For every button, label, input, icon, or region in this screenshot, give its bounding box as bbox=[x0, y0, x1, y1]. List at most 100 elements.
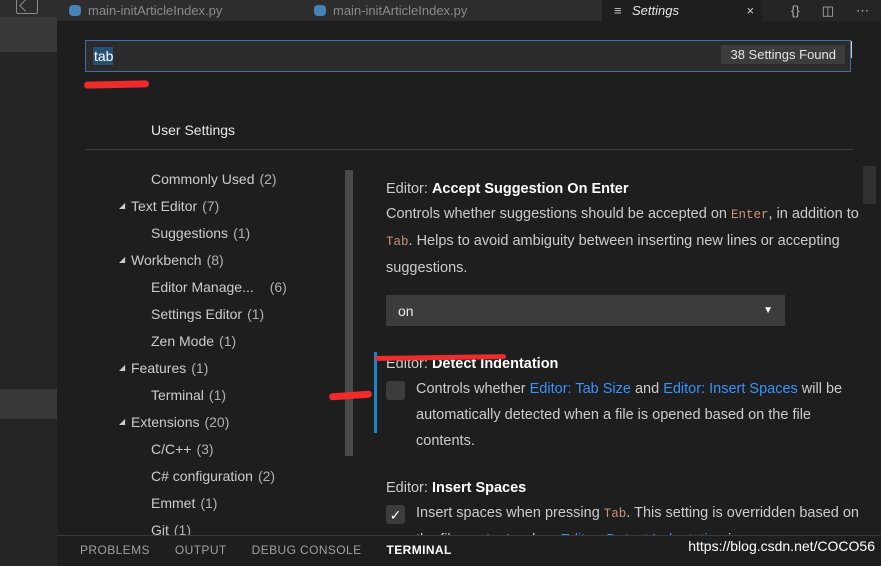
panel-tab-output[interactable]: OUTPUT bbox=[175, 543, 227, 557]
toc-item[interactable]: C/C++(3) bbox=[117, 435, 357, 462]
search-input-value: tab bbox=[93, 47, 113, 65]
panel-tab-terminal[interactable]: TERMINAL bbox=[387, 543, 452, 557]
toc-item-count: (1) bbox=[233, 225, 250, 241]
toc-item-label: Settings Editor bbox=[151, 306, 242, 322]
settings-list-scrollbar[interactable] bbox=[863, 166, 876, 204]
python-file-icon bbox=[69, 4, 82, 17]
toc-item[interactable]: Settings Editor (1) bbox=[117, 300, 357, 327]
toc-item-count: (8) bbox=[207, 252, 224, 268]
setting-description: Insert spaces when pressing Tab. This se… bbox=[416, 500, 859, 535]
activity-bar-highlight-top[interactable] bbox=[0, 17, 57, 52]
toc-item-label: Suggestions bbox=[151, 225, 228, 241]
setting-name: Insert Spaces bbox=[432, 480, 526, 496]
activity-bar bbox=[0, 0, 57, 566]
settings-lines-icon: ≡ bbox=[614, 3, 626, 18]
setting-link[interactable]: Editor: Insert Spaces bbox=[663, 381, 798, 397]
editor-tab-main-initarticleindex-2[interactable]: main-initArticleIndex.py bbox=[302, 0, 602, 21]
split-editor-icon[interactable]: ◫ bbox=[822, 4, 834, 17]
toc-item-label: Commonly Used bbox=[151, 171, 254, 187]
settings-found-badge: 38 Settings Found bbox=[721, 45, 845, 64]
setting-title: Editor: Insert Spaces bbox=[386, 480, 859, 496]
toc-item[interactable]: ◢Workbench (8) bbox=[117, 246, 357, 273]
chevron-down-icon[interactable]: ◢ bbox=[119, 201, 131, 210]
tab-user-settings-label: User Settings bbox=[151, 122, 235, 138]
explorer-icon[interactable] bbox=[16, 0, 38, 14]
toc-item-label: Editor Manage... bbox=[151, 279, 254, 295]
setting-link[interactable]: Editor: Tab Size bbox=[530, 381, 631, 397]
setting-title: Editor: Accept Suggestion On Enter bbox=[386, 181, 859, 197]
toc-item[interactable]: Terminal (1) bbox=[117, 381, 357, 408]
setting-item: Editor: Insert Spaces ✓ Insert spaces when… bbox=[386, 480, 859, 535]
description-text: . Helps to avoid ambiguity between inser… bbox=[386, 233, 840, 276]
setting-category: Editor: bbox=[386, 181, 432, 197]
toc-item[interactable]: ◢Extensions(20) bbox=[117, 408, 357, 435]
panel-tab-problems[interactable]: PROBLEMS bbox=[80, 543, 150, 557]
inline-code: Tab bbox=[386, 235, 409, 249]
editor-tab-label: Settings bbox=[632, 3, 679, 18]
toc-item-count: (2) bbox=[258, 468, 275, 484]
editor-tab-label: main-initArticleIndex.py bbox=[88, 3, 222, 18]
toc-item[interactable]: Suggestions (1) bbox=[117, 219, 357, 246]
settings-editor: tab 38 Settings Found User Settings Comm… bbox=[57, 21, 881, 535]
description-text: Controls whether bbox=[416, 381, 530, 397]
toc-item-count: (1) bbox=[247, 306, 264, 322]
setting-checkbox-text: Insert spaces when pressing Tab. This se… bbox=[416, 500, 859, 535]
activity-bar-highlight-lower[interactable] bbox=[0, 389, 57, 419]
setting-description: Controls whether suggestions should be a… bbox=[386, 201, 859, 281]
chevron-down-icon[interactable]: ◢ bbox=[119, 255, 131, 264]
settings-search-input[interactable]: tab 38 Settings Found bbox=[85, 40, 851, 72]
setting-dropdown[interactable]: on ▼ bbox=[386, 295, 785, 326]
setting-checkbox[interactable] bbox=[386, 381, 405, 400]
chevron-down-icon[interactable]: ◢ bbox=[119, 417, 131, 426]
close-icon[interactable]: × bbox=[746, 2, 754, 19]
setting-checkbox[interactable]: ✓ bbox=[386, 505, 405, 524]
toc-item[interactable]: Editor Manage... (6) bbox=[117, 273, 357, 300]
toc-item[interactable]: Commonly Used (2) bbox=[117, 165, 357, 192]
toc-item-label: Emmet bbox=[151, 495, 195, 511]
toc-item-label: Extensions bbox=[131, 414, 199, 430]
chevron-down-icon: ▼ bbox=[763, 305, 773, 316]
tab-user-settings[interactable]: User Settings bbox=[151, 122, 235, 147]
toc-item-count: (2) bbox=[259, 171, 276, 187]
description-text: , in addition to bbox=[769, 206, 859, 222]
watermark-url: https://blog.csdn.net/COCO56 bbox=[688, 538, 875, 554]
toc-item[interactable]: ◢Features(1) bbox=[117, 354, 357, 381]
editor-tab-bar: main-initArticleIndex.py main-initArticl… bbox=[57, 0, 881, 21]
toc-item-count: (1) bbox=[219, 333, 236, 349]
panel-left-filler bbox=[0, 535, 57, 566]
toc-item-label: Workbench bbox=[131, 252, 202, 268]
more-actions-icon[interactable]: ⋯ bbox=[856, 4, 869, 17]
toc-item[interactable]: ◢Text Editor(7) bbox=[117, 192, 357, 219]
setting-checkbox-row: Controls whether Editor: Tab Size and Ed… bbox=[386, 376, 859, 454]
dropdown-value: on bbox=[398, 303, 414, 319]
setting-item: Editor: Detect IndentationControls wheth… bbox=[386, 356, 859, 454]
text-caret bbox=[851, 41, 852, 58]
open-settings-json-icon[interactable]: {} bbox=[791, 4, 800, 17]
inline-code: Tab bbox=[604, 507, 627, 521]
toc-scrollbar[interactable] bbox=[345, 170, 353, 456]
toc-item[interactable]: Zen Mode(1) bbox=[117, 327, 357, 354]
toc-item-label: Terminal bbox=[151, 387, 204, 403]
editor-tab-main-initarticleindex-1[interactable]: main-initArticleIndex.py bbox=[57, 0, 302, 21]
bottom-panel: PROBLEMS OUTPUT DEBUG CONSOLE TERMINAL http… bbox=[57, 535, 881, 566]
toc-item-label: C/C++ bbox=[151, 441, 191, 457]
annotation-marker-search bbox=[84, 80, 149, 88]
toc-item[interactable]: Emmet(1) bbox=[117, 489, 357, 516]
toc-item-count: (6) bbox=[270, 279, 287, 295]
toc-item[interactable]: Git (1) bbox=[117, 516, 357, 535]
setting-focus-indicator bbox=[374, 352, 377, 433]
editor-actions: {} ◫ ⋯ bbox=[791, 0, 875, 21]
settings-toc-tree[interactable]: Commonly Used(2)◢Text Editor(7)Suggestio… bbox=[117, 165, 357, 535]
settings-search-wrapper: tab 38 Settings Found bbox=[85, 40, 851, 72]
editor-tab-label: main-initArticleIndex.py bbox=[333, 3, 467, 18]
toc-item-label: Git bbox=[151, 522, 169, 536]
header-divider bbox=[85, 149, 853, 150]
toc-item[interactable]: C# configuration(2) bbox=[117, 462, 357, 489]
chevron-down-icon[interactable]: ◢ bbox=[119, 363, 131, 372]
toc-item-count: (1) bbox=[174, 522, 191, 536]
toc-item-count: (1) bbox=[209, 387, 226, 403]
panel-tab-list: PROBLEMS OUTPUT DEBUG CONSOLE TERMINAL bbox=[80, 543, 452, 557]
panel-tab-debug-console[interactable]: DEBUG CONSOLE bbox=[252, 543, 362, 557]
description-text: Insert spaces when pressing bbox=[416, 505, 604, 521]
editor-tab-settings[interactable]: ≡ Settings × bbox=[602, 0, 762, 21]
